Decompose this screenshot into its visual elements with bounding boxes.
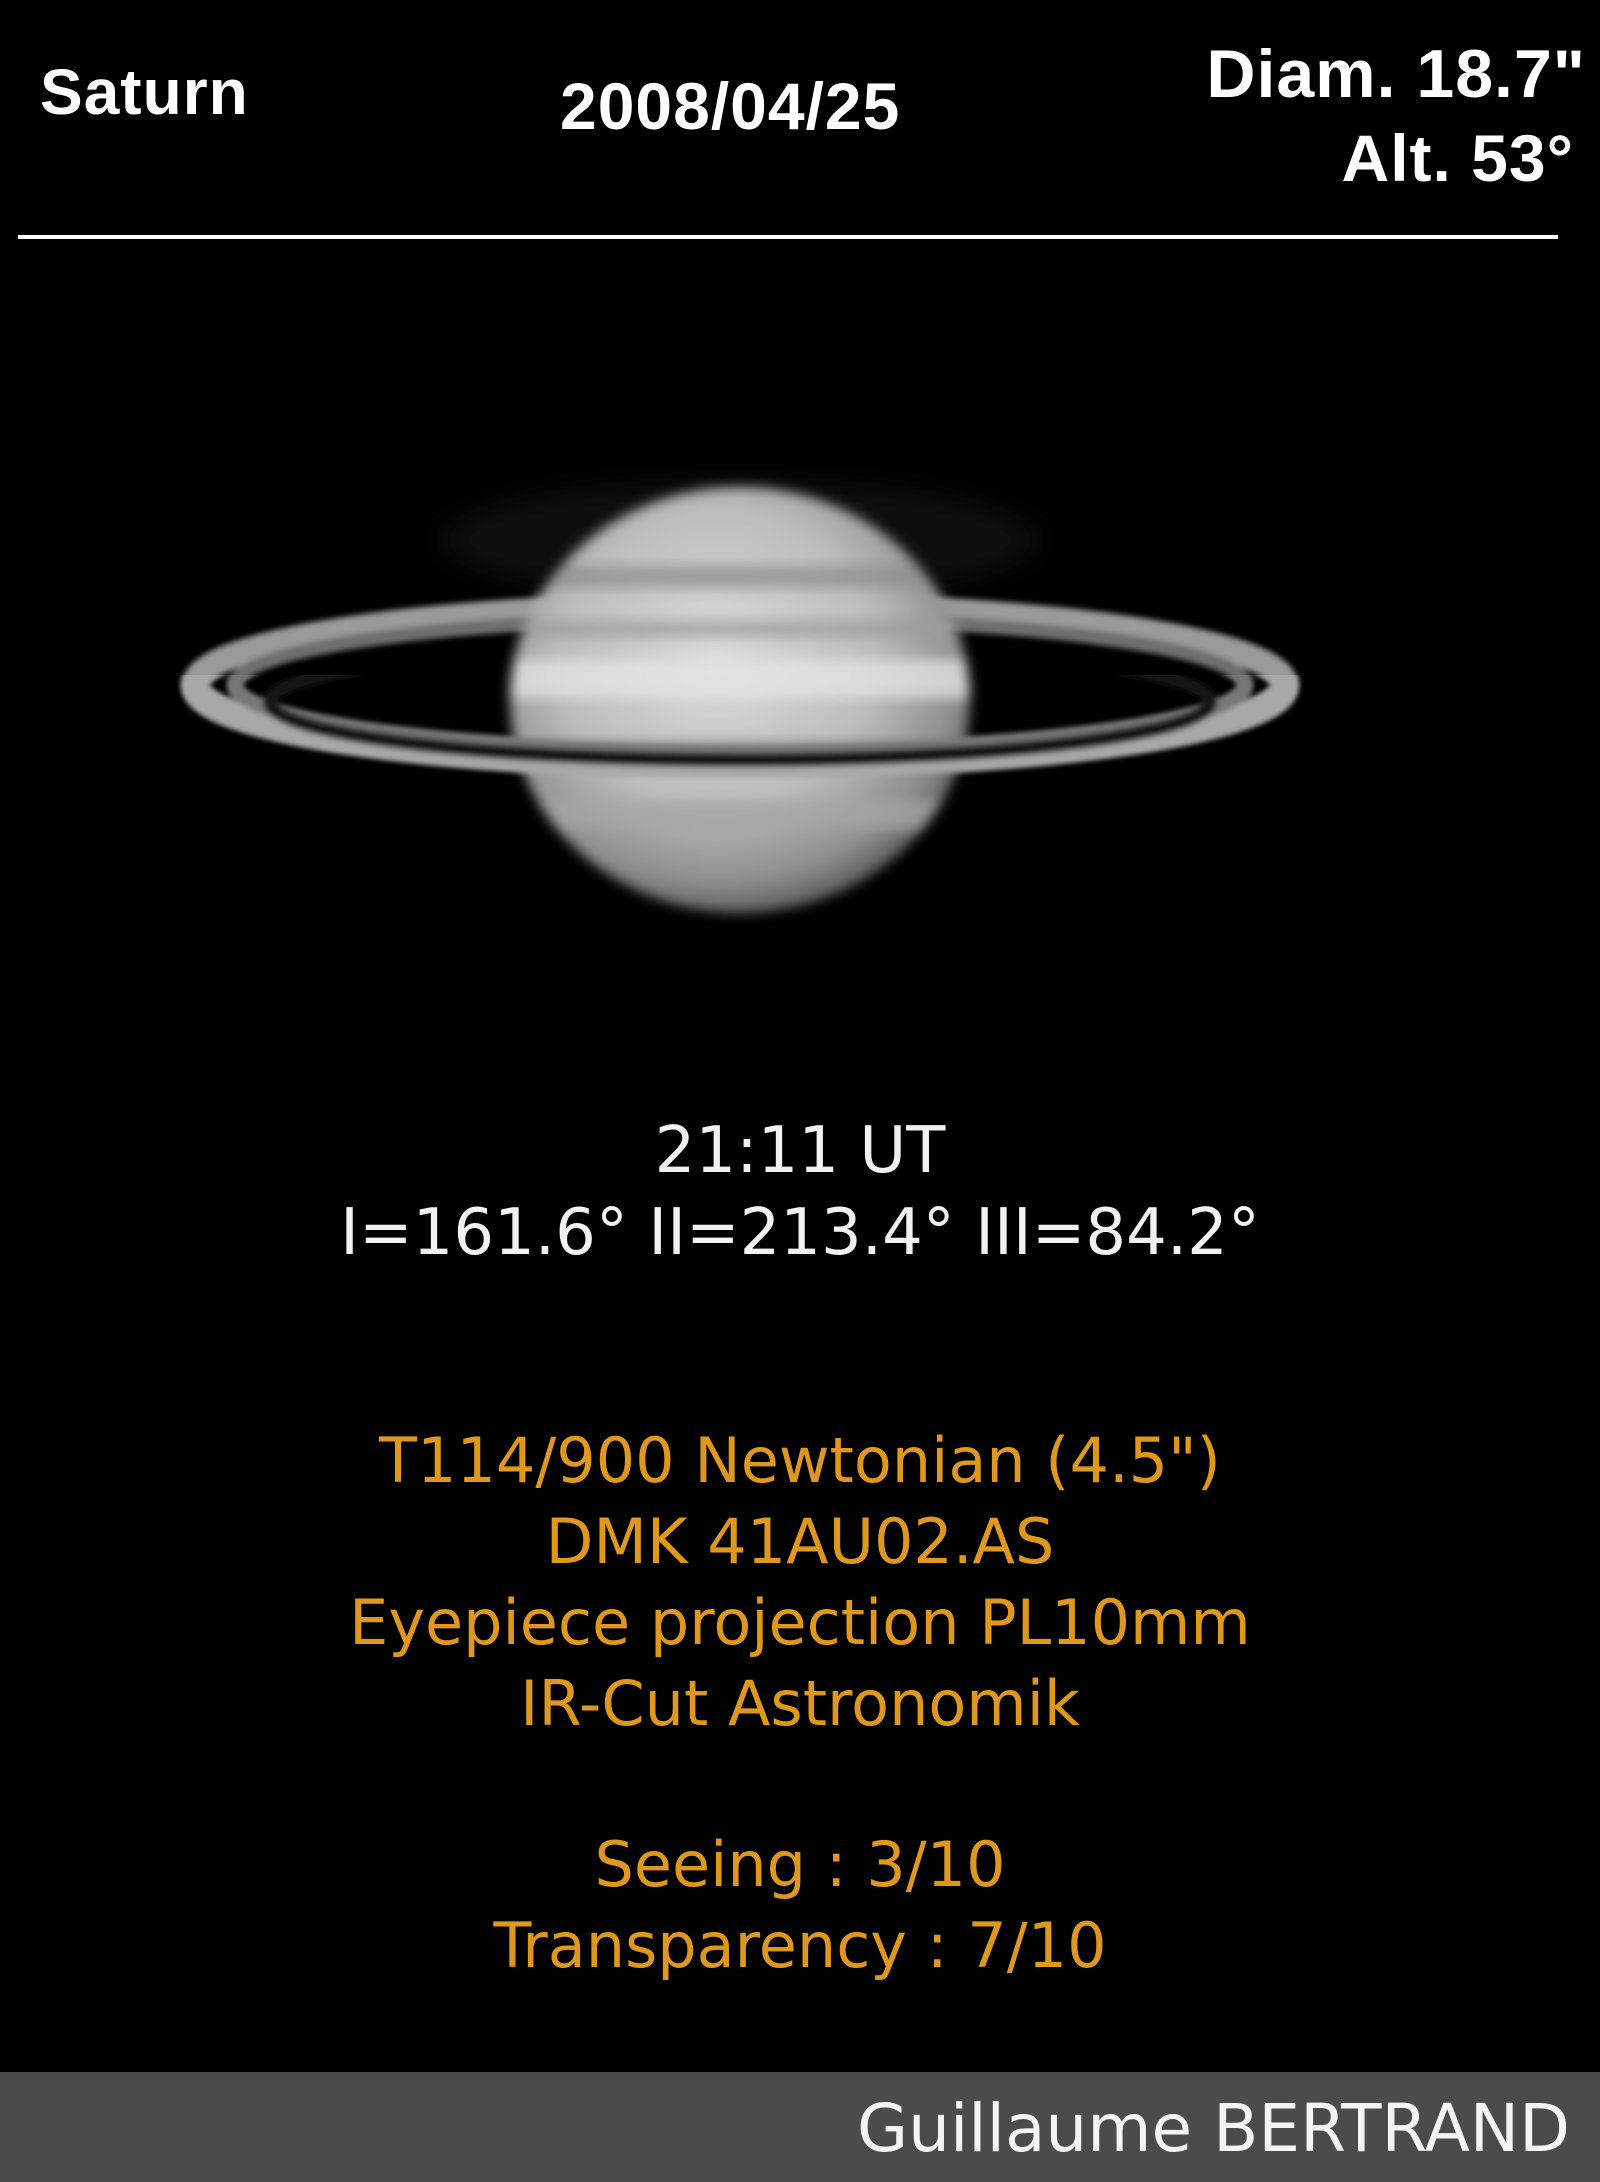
saturn-illustration — [182, 480, 1298, 913]
observation-time: 21:11 UT — [654, 1114, 946, 1188]
credit-bar: Guillaume BERTRAND — [0, 2072, 1600, 2182]
observation-date: 2008/04/25 — [560, 69, 901, 143]
header-divider — [18, 235, 1558, 239]
altitude-label: Alt. 53° — [1341, 121, 1574, 195]
observation-time-block: 21:11 UT I=161.6° II=213.4° III=84.2° — [0, 1110, 1600, 1274]
optics-label: Eyepiece projection PL10mm — [349, 1586, 1251, 1659]
object-name: Saturn — [40, 56, 249, 128]
transparency-label: Transparency : 7/10 — [493, 1909, 1107, 1982]
author-credit: Guillaume BERTRAND — [856, 2090, 1570, 2167]
filter-label: IR-Cut Astronomik — [520, 1667, 1080, 1740]
central-meridian-longitudes: I=161.6° II=213.4° III=84.2° — [340, 1196, 1260, 1270]
seeing-label: Seeing : 3/10 — [594, 1828, 1006, 1901]
diameter-label: Diam. 18.7" — [1206, 36, 1586, 112]
equipment-block: T114/900 Newtonian (4.5") DMK 41AU02.AS … — [0, 1420, 1600, 1986]
saturn-image — [0, 330, 1600, 980]
camera-label: DMK 41AU02.AS — [545, 1505, 1055, 1578]
telescope-label: T114/900 Newtonian (4.5") — [379, 1424, 1221, 1497]
